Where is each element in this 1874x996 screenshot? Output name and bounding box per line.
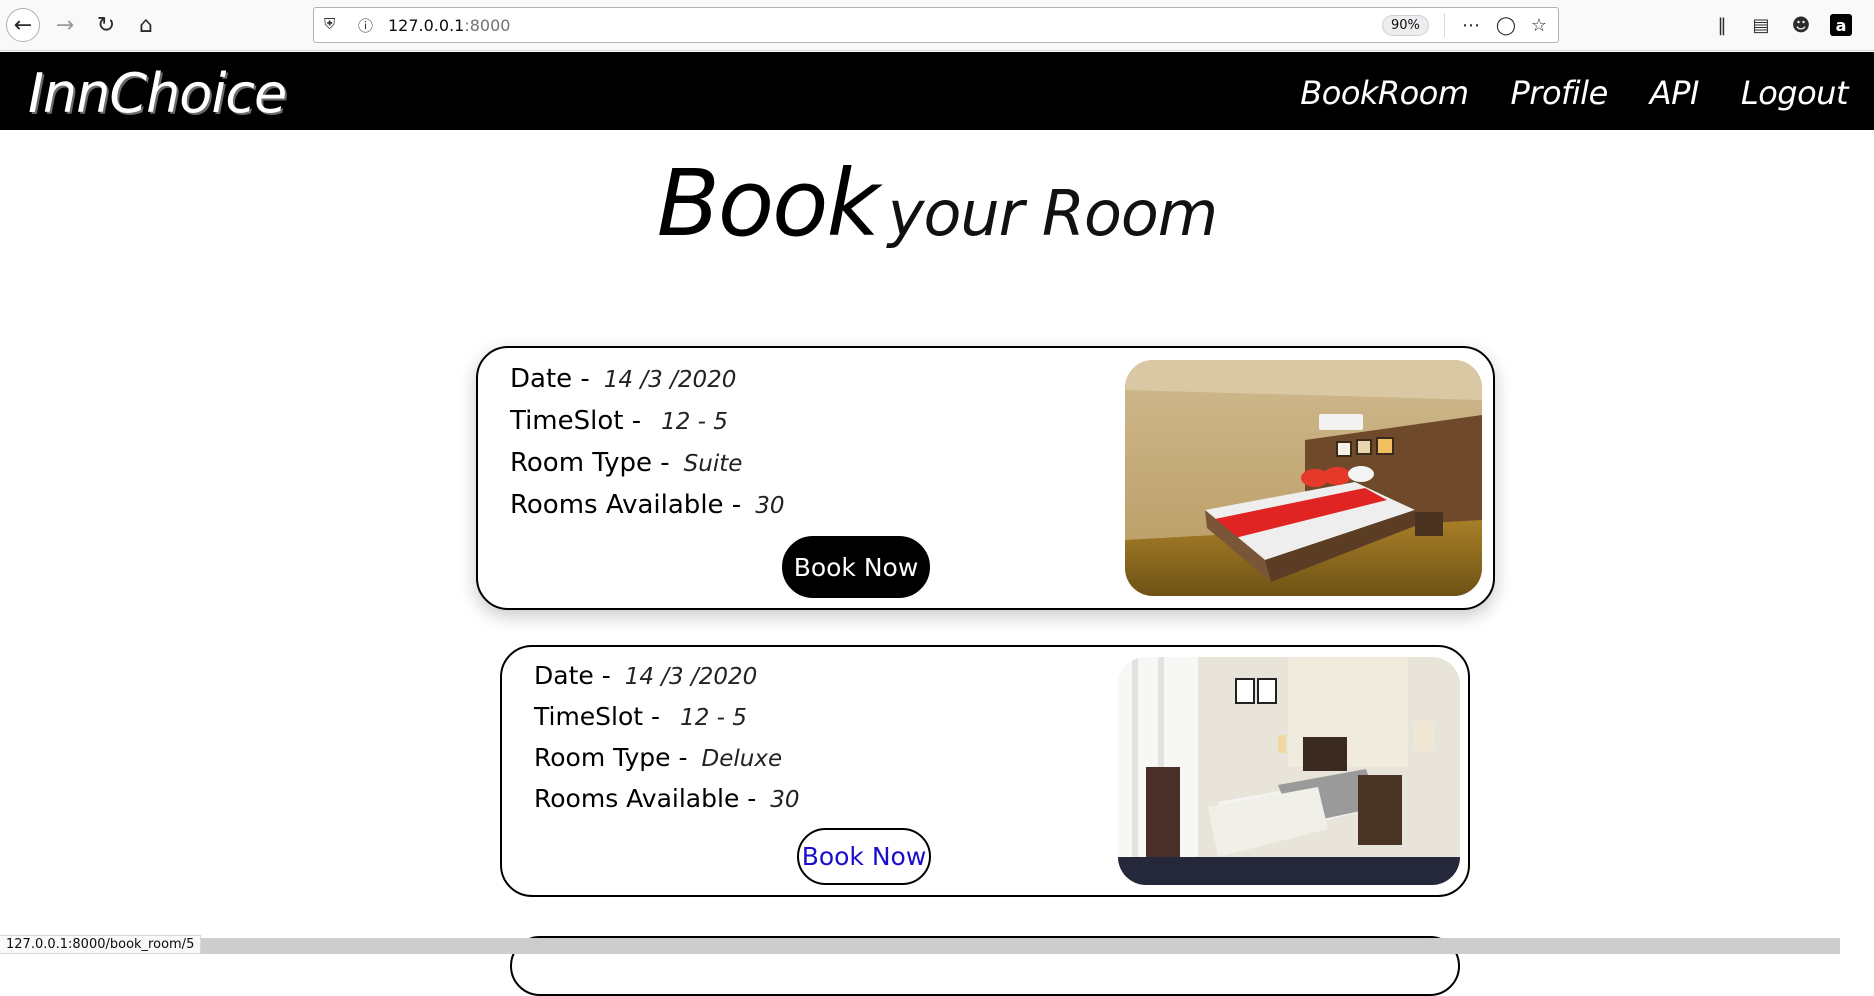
page-title-main: Book bbox=[656, 150, 880, 257]
nav-profile-link[interactable]: Profile bbox=[1510, 74, 1608, 112]
site-logo[interactable]: InnChoice bbox=[28, 62, 287, 125]
rooms-available-label: Rooms Available - bbox=[534, 784, 757, 813]
horizontal-scrollbar[interactable] bbox=[200, 938, 1840, 954]
room-info: Date - 14 /3 /2020 TimeSlot - 12 - 5 Room … bbox=[510, 364, 784, 532]
rooms-available-label: Rooms Available - bbox=[510, 490, 742, 520]
book-now-button[interactable]: Book Now bbox=[797, 828, 931, 885]
site-info-icon[interactable]: ⓘ bbox=[358, 15, 378, 35]
timeslot-value: 12 - 5 bbox=[661, 409, 728, 435]
amazon-extension-icon[interactable]: a bbox=[1830, 14, 1852, 36]
room-info: Date - 14 /3 /2020 TimeSlot - 12 - 5 Room … bbox=[534, 661, 800, 825]
timeslot-label: TimeSlot - bbox=[510, 406, 642, 436]
date-label: Date - bbox=[510, 364, 590, 394]
room-type-value: Suite bbox=[683, 451, 743, 477]
room-card: Date - 14 /3 /2020 TimeSlot - 12 - 5 Room … bbox=[476, 346, 1495, 610]
url-text[interactable]: 127.0.0.1:8000 bbox=[388, 16, 510, 35]
address-bar[interactable]: ⛨ ⓘ 127.0.0.1:8000 90% ⋯ ◯ ☆ bbox=[313, 7, 1559, 43]
pocket-icon[interactable]: ◯ bbox=[1494, 13, 1518, 37]
url-divider bbox=[1444, 13, 1445, 37]
back-arrow-icon[interactable]: ← bbox=[6, 8, 40, 42]
status-bar-url: 127.0.0.1:8000/book_room/5 bbox=[0, 935, 202, 954]
tracking-shield-icon[interactable]: ⛨ bbox=[324, 15, 344, 35]
reload-icon[interactable]: ↻ bbox=[89, 8, 123, 42]
page-actions-icon[interactable]: ⋯ bbox=[1459, 13, 1483, 37]
nav-api-link[interactable]: API bbox=[1650, 74, 1700, 112]
timeslot-value: 12 - 5 bbox=[680, 705, 747, 731]
bookmark-star-icon[interactable]: ☆ bbox=[1527, 13, 1551, 37]
rooms-available-value: 30 bbox=[755, 493, 785, 519]
deluxe-room-image bbox=[1118, 657, 1460, 885]
forward-arrow-icon[interactable]: → bbox=[48, 8, 82, 42]
room-type-label: Room Type - bbox=[510, 448, 670, 478]
timeslot-label: TimeSlot - bbox=[534, 702, 661, 731]
room-type-label: Room Type - bbox=[534, 743, 688, 772]
suite-room-image bbox=[1125, 360, 1482, 596]
sidebar-icon[interactable]: ▤ bbox=[1748, 12, 1774, 38]
book-now-button[interactable]: Book Now bbox=[782, 536, 930, 598]
main-menu: BookRoom Profile API Logout bbox=[1300, 74, 1848, 112]
date-label: Date - bbox=[534, 661, 611, 690]
nav-logout-link[interactable]: Logout bbox=[1741, 74, 1849, 112]
zoom-level-badge[interactable]: 90% bbox=[1382, 15, 1429, 36]
browser-toolbar: ← → ↻ ⌂ ⛨ ⓘ 127.0.0.1:8000 90% ⋯ ◯ ☆ ‖ ▤… bbox=[0, 0, 1874, 51]
library-icon[interactable]: ‖ bbox=[1709, 12, 1735, 38]
account-icon[interactable]: ☻ bbox=[1788, 12, 1814, 38]
site-navbar: InnChoice BookRoom Profile API Logout bbox=[0, 52, 1874, 130]
page-title: Book your Room bbox=[0, 150, 1874, 257]
room-card: Date - 14 /3 /2020 TimeSlot - 12 - 5 Room … bbox=[500, 645, 1470, 897]
rooms-available-value: 30 bbox=[770, 787, 800, 813]
date-value: 14 /3 /2020 bbox=[603, 367, 737, 393]
nav-bookroom-link[interactable]: BookRoom bbox=[1300, 74, 1469, 112]
home-icon[interactable]: ⌂ bbox=[129, 8, 163, 42]
page-title-sub: your Room bbox=[887, 177, 1218, 250]
date-value: 14 /3 /2020 bbox=[624, 664, 758, 690]
room-type-value: Deluxe bbox=[701, 746, 783, 772]
